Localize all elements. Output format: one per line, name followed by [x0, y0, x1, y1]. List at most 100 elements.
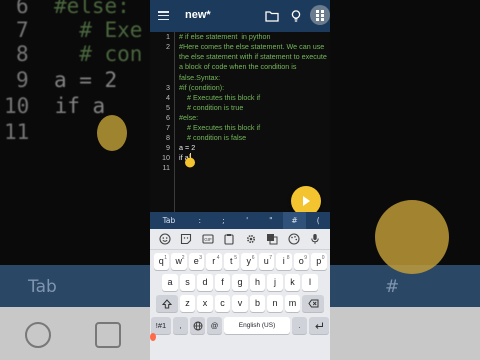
- app-toolbar: new*: [150, 0, 330, 32]
- key-f[interactable]: f: [214, 274, 231, 291]
- code-line: #Here comes the else statement. We can u…: [179, 42, 329, 82]
- cursor-handle-icon[interactable]: [184, 154, 196, 168]
- line-number: 11: [162, 163, 170, 172]
- key-l[interactable]: l: [302, 274, 318, 291]
- key-b[interactable]: b: [249, 295, 266, 312]
- line-number: 8: [166, 133, 170, 142]
- key-o[interactable]: o9: [293, 253, 309, 270]
- key-p[interactable]: p0: [311, 253, 327, 270]
- key-y[interactable]: y6: [241, 253, 257, 270]
- symbol-key[interactable]: ": [259, 216, 283, 225]
- key-w[interactable]: w2: [171, 253, 187, 270]
- bg-cursor-pin: [97, 115, 127, 151]
- key-c[interactable]: c: [214, 295, 231, 312]
- key-r[interactable]: r4: [206, 253, 222, 270]
- code-line: #else:: [179, 113, 199, 122]
- key-j[interactable]: j: [267, 274, 283, 291]
- key-g[interactable]: g: [232, 274, 248, 291]
- keyboard-toolbar: GIF: [150, 229, 330, 250]
- bg-code-line: 6 #else:: [16, 0, 130, 18]
- key-a[interactable]: a: [162, 274, 178, 291]
- document-title: new*: [185, 9, 211, 21]
- globe-key[interactable]: [190, 317, 205, 334]
- settings-icon[interactable]: [245, 233, 257, 245]
- code-line: # Executes this block if: [179, 123, 261, 132]
- bg-keyboard-left: [0, 307, 150, 360]
- key-h[interactable]: h: [249, 274, 266, 291]
- key-row-4: !#1 , @ English (US) .: [150, 317, 330, 334]
- key-row-1: q1 w2 e3 r4 t5 y6 u7 i8 o9 p0: [150, 253, 330, 270]
- code-line-current: if a: [179, 153, 191, 162]
- bg-tab-label: Tab: [28, 277, 57, 297]
- key-e[interactable]: e3: [188, 253, 204, 270]
- space-key[interactable]: English (US): [224, 317, 290, 334]
- key-s[interactable]: s: [179, 274, 196, 291]
- line-number: 4: [166, 93, 170, 102]
- bg-keyboard-right: [330, 307, 480, 360]
- line-number: 5: [166, 103, 170, 112]
- sticker-icon[interactable]: [180, 233, 192, 245]
- line-number: 3: [166, 83, 170, 92]
- clipboard-icon[interactable]: [223, 233, 235, 245]
- symbol-key[interactable]: Tab: [150, 216, 188, 225]
- symbol-bar: Tab : ; ' " # (: [150, 212, 330, 229]
- key-comma[interactable]: ,: [173, 317, 188, 334]
- key-n[interactable]: n: [267, 295, 283, 312]
- menu-icon[interactable]: [158, 11, 169, 21]
- palette-icon[interactable]: [288, 233, 300, 245]
- symbol-key[interactable]: ;: [212, 216, 236, 225]
- shift-key[interactable]: [155, 295, 178, 312]
- translate-icon[interactable]: [266, 233, 278, 245]
- key-d[interactable]: d: [197, 274, 213, 291]
- line-number: 7: [166, 123, 170, 132]
- soft-keyboard: GIF q1 w2 e3 r4 t5 y6 u7 i8 o9 p0 a s d …: [150, 229, 330, 360]
- code-line: # if else statement in python: [179, 32, 271, 41]
- key-row-3: z x c v b n m: [150, 295, 330, 312]
- symbols-key[interactable]: !#1: [151, 317, 171, 334]
- line-gutter: 1 2 3 4 5 6 7 8 9 10 11: [150, 32, 172, 212]
- key-m[interactable]: m: [284, 295, 301, 312]
- enter-key[interactable]: [309, 317, 329, 334]
- gutter-divider: [174, 32, 175, 212]
- key-at[interactable]: @: [207, 317, 222, 334]
- lightbulb-icon[interactable]: [289, 8, 303, 22]
- enter-icon: [315, 322, 323, 329]
- symbol-key[interactable]: #: [282, 212, 307, 229]
- folder-icon[interactable]: [265, 8, 279, 22]
- bg-code-line: 7 # Exe: [16, 18, 143, 42]
- bg-code-line: 9 a = 2: [16, 68, 118, 92]
- gif-icon[interactable]: GIF: [202, 233, 214, 245]
- backspace-key[interactable]: [302, 295, 325, 312]
- symbol-key[interactable]: ': [235, 216, 259, 225]
- code-line: # condition is false: [179, 133, 247, 142]
- key-period[interactable]: .: [292, 317, 307, 334]
- bg-emoji-icon: [25, 322, 51, 348]
- emoji-icon[interactable]: [159, 233, 171, 245]
- symbol-key[interactable]: (: [306, 216, 330, 225]
- symbol-key[interactable]: :: [188, 216, 212, 225]
- backspace-icon: [308, 299, 319, 308]
- key-k[interactable]: k: [284, 274, 301, 291]
- key-q[interactable]: q1: [153, 253, 169, 270]
- bg-code-line: 11: [4, 120, 30, 144]
- shift-icon: [161, 298, 172, 308]
- phone-screen: new* 1 2 3 4 5 6 7 8 9 10 11 # if else s…: [150, 0, 330, 360]
- svg-text:GIF: GIF: [204, 237, 212, 242]
- code-line: # condition is true: [179, 103, 244, 112]
- key-t[interactable]: t5: [223, 253, 239, 270]
- key-i[interactable]: i8: [276, 253, 292, 270]
- mic-icon[interactable]: [309, 233, 321, 245]
- code-line: # Executes this block if: [179, 93, 261, 102]
- key-x[interactable]: x: [197, 295, 213, 312]
- line-number: 2: [166, 42, 170, 51]
- code-editor[interactable]: 1 2 3 4 5 6 7 8 9 10 11 # if else statem…: [150, 32, 330, 212]
- bg-hash-label: #: [385, 277, 400, 297]
- code-line: #if (condition):: [179, 83, 225, 92]
- grid-icon[interactable]: [310, 5, 330, 25]
- line-number: 10: [162, 153, 170, 162]
- bg-sticker-icon: [95, 322, 121, 348]
- bg-symbol-bar-left: [0, 265, 150, 307]
- key-v[interactable]: v: [232, 295, 248, 312]
- key-z[interactable]: z: [179, 295, 196, 312]
- key-u[interactable]: u7: [258, 253, 274, 270]
